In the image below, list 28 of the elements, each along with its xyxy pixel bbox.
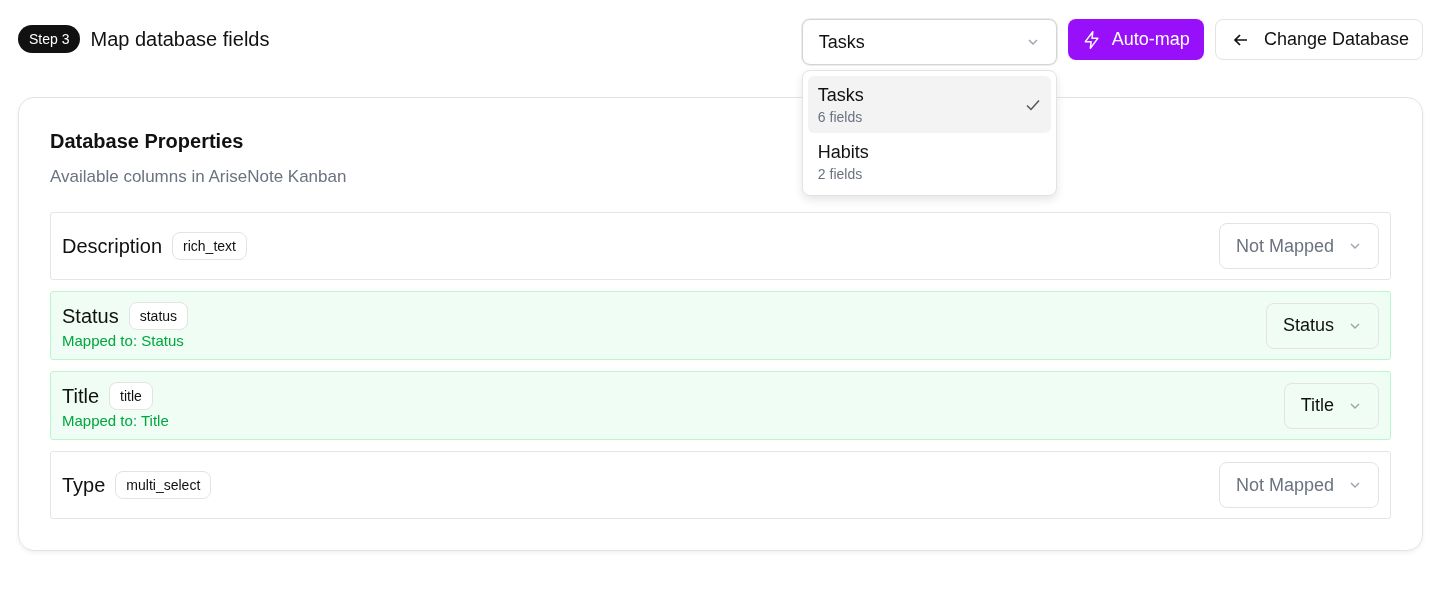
property-type-tag: rich_text <box>172 232 247 260</box>
page-title: Map database fields <box>90 27 270 51</box>
step-badge: Step 3 <box>18 25 81 53</box>
mapped-to-text: Mapped to: Title <box>62 412 169 429</box>
dropdown-option[interactable]: Tasks 6 fields <box>807 76 1051 133</box>
property-name: Title <box>62 384 100 408</box>
option-label: Tasks <box>817 85 864 106</box>
field-select[interactable]: Title <box>1283 382 1379 429</box>
auto-map-button[interactable]: Auto-map <box>1067 19 1204 60</box>
dropdown-option[interactable]: Habits 2 fields <box>807 133 1051 190</box>
option-count: 2 fields <box>817 166 864 182</box>
property-name: Description <box>62 234 163 258</box>
card-subtitle: Available columns in AriseNote Kanban <box>50 167 347 187</box>
mapped-to-text: Mapped to: Status <box>62 332 185 349</box>
card-title: Database Properties <box>50 130 244 153</box>
property-name: Status <box>62 304 119 328</box>
option-label: Habits <box>817 142 869 163</box>
option-count: 6 fields <box>817 109 864 125</box>
property-type-tag: title <box>109 382 153 410</box>
property-name: Type <box>62 473 106 497</box>
check-icon <box>1024 97 1041 113</box>
property-type-tag: multi_select <box>115 471 212 499</box>
field-select[interactable]: Not Mapped <box>1218 223 1379 269</box>
property-type-tag: status <box>128 302 189 330</box>
field-select[interactable]: Status <box>1265 302 1379 349</box>
change-database-button[interactable]: Change Database <box>1214 19 1423 60</box>
field-select[interactable]: Not Mapped <box>1218 462 1379 508</box>
database-select[interactable]: Tasks <box>801 19 1057 65</box>
